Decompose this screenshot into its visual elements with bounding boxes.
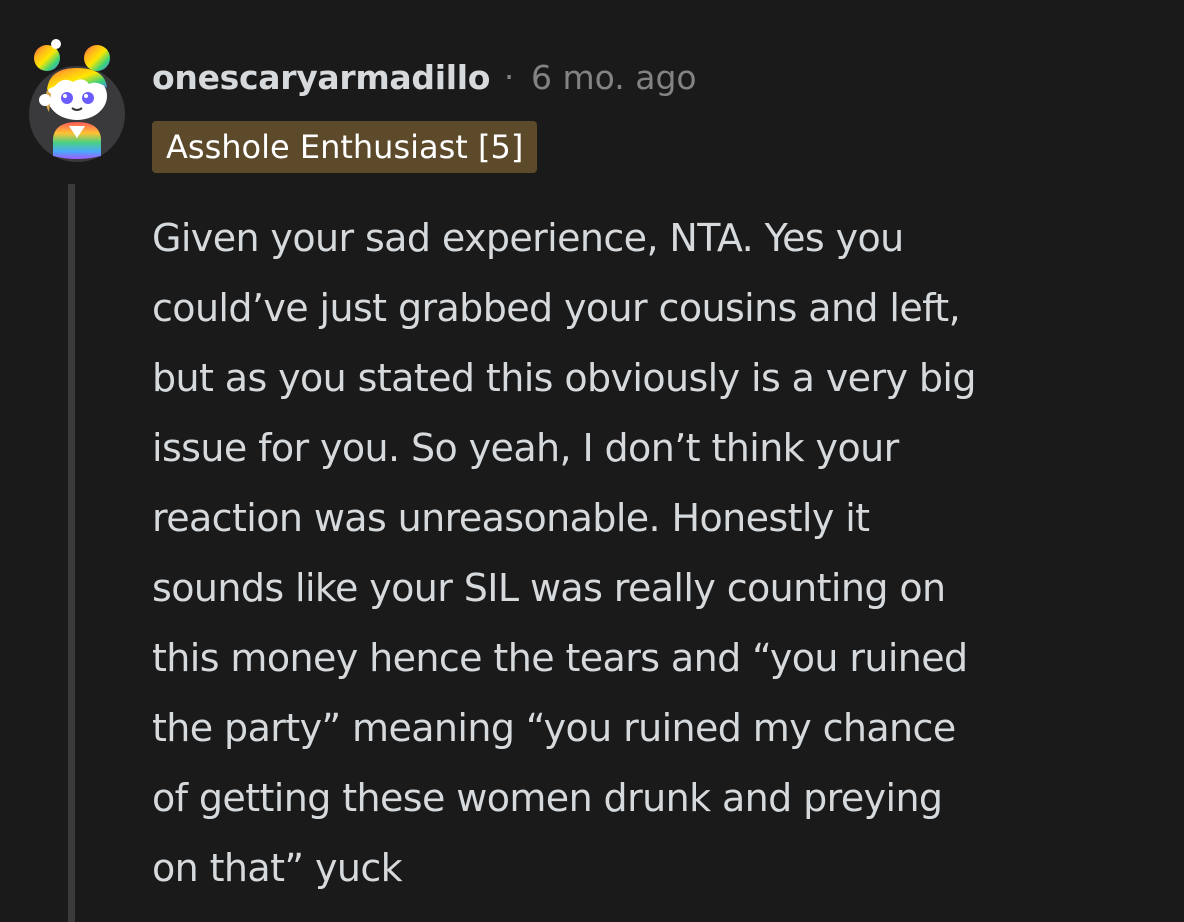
comment-line: issue for you. So yeah, I don’t think yo… bbox=[152, 426, 899, 470]
comment-line: on that” yuck bbox=[152, 846, 403, 890]
comment-timestamp[interactable]: 6 mo. ago bbox=[531, 58, 697, 97]
comment-line: reaction was unreasonable. Honestly it bbox=[152, 496, 870, 540]
comment-line: sounds like your SIL was really counting… bbox=[152, 566, 946, 610]
comment-line: could’ve just grabbed your cousins and l… bbox=[152, 286, 961, 330]
avatar[interactable] bbox=[25, 38, 129, 162]
comment-body: Given your sad experience, NTA. Yes you … bbox=[152, 203, 1162, 903]
comment-line: of getting these women drunk and preying bbox=[152, 776, 943, 820]
comment-line: this money hence the tears and “you ruin… bbox=[152, 636, 968, 680]
thread-line[interactable] bbox=[68, 184, 75, 922]
comment-line: the party” meaning “you ruined my chance bbox=[152, 706, 956, 750]
comment-author[interactable]: onescaryarmadillo bbox=[152, 58, 490, 97]
snoo-avatar-icon bbox=[29, 39, 125, 162]
meta-separator: · bbox=[504, 58, 515, 96]
user-flair: Asshole Enthusiast [5] bbox=[152, 121, 538, 173]
comment-line: but as you stated this obviously is a ve… bbox=[152, 356, 976, 400]
comment-line: Given your sad experience, NTA. Yes you bbox=[152, 216, 904, 260]
